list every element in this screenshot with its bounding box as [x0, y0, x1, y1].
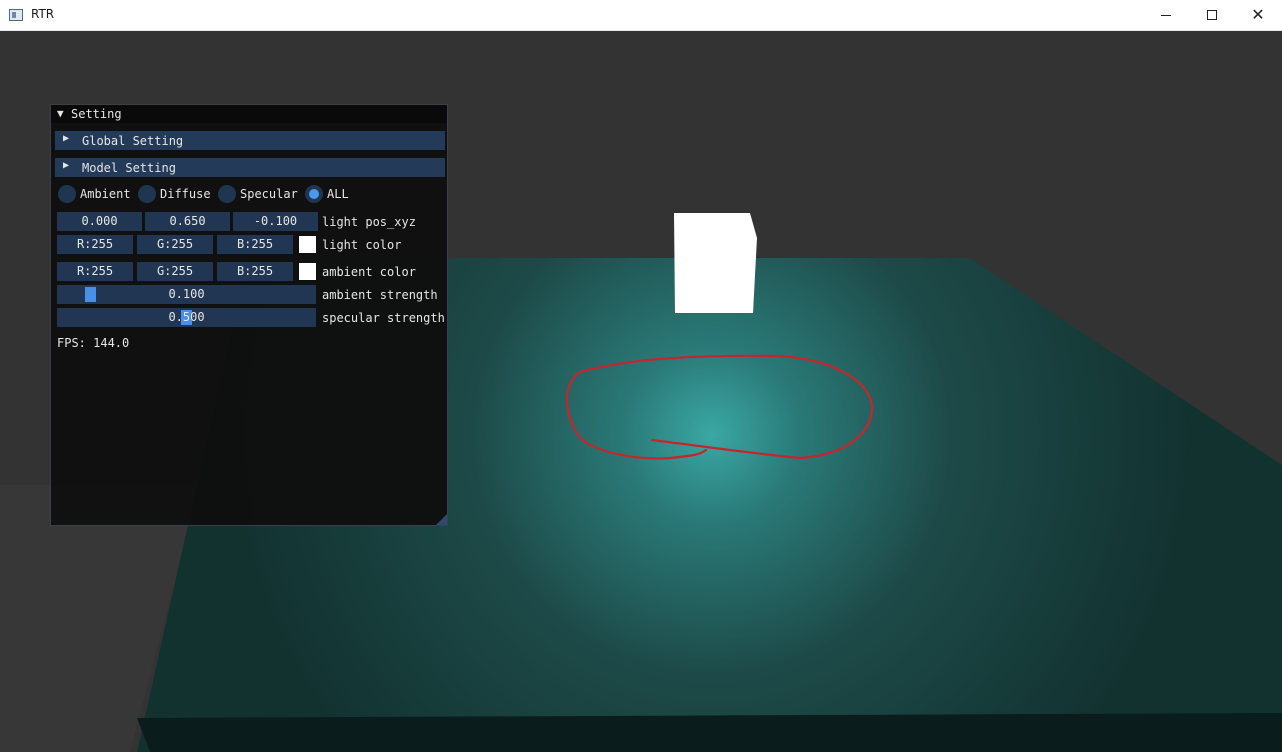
- light-pos-x-input[interactable]: 0.000: [57, 212, 142, 231]
- panel-title: Setting: [71, 107, 122, 121]
- minimize-button[interactable]: [1143, 0, 1189, 30]
- ambient-strength-label: ambient strength: [322, 288, 438, 302]
- radio-label: Diffuse: [160, 187, 211, 201]
- radio-label: Ambient: [80, 187, 131, 201]
- app-window-icon: [9, 9, 23, 21]
- close-icon: ✕: [1251, 5, 1265, 24]
- expand-triangle-icon: ▶: [63, 160, 70, 171]
- fps-counter: FPS: 144.0: [57, 336, 130, 350]
- resize-grip[interactable]: [436, 514, 447, 525]
- expand-triangle-icon: ▶: [63, 133, 70, 144]
- light-pos-label: light pos_xyz: [322, 215, 416, 229]
- model-setting-header[interactable]: ▶ Model Setting: [55, 158, 445, 177]
- radio-label: ALL: [327, 187, 349, 201]
- specular-strength-label: specular strength: [322, 311, 445, 325]
- ambient-color-g-input[interactable]: G:255: [137, 262, 213, 281]
- minimize-icon: [1161, 14, 1171, 16]
- radio-circle[interactable]: [138, 185, 156, 203]
- specular-strength-slider[interactable]: 0.500: [57, 308, 316, 327]
- radio-circle[interactable]: [58, 185, 76, 203]
- ambient-color-swatch[interactable]: [299, 263, 316, 280]
- light-pos-y-input[interactable]: 0.650: [145, 212, 230, 231]
- header-label: Global Setting: [82, 134, 184, 148]
- light-color-g-input[interactable]: G:255: [137, 235, 213, 254]
- radio-circle[interactable]: [305, 185, 323, 203]
- radio-circle[interactable]: [218, 185, 236, 203]
- maximize-icon: [1207, 10, 1217, 20]
- ambient-color-r-input[interactable]: R:255: [57, 262, 133, 281]
- panel-title-bar[interactable]: ▼ Setting: [51, 105, 447, 123]
- window-title: RTR: [31, 7, 55, 21]
- radio-label: Specular: [240, 187, 298, 201]
- light-color-label: light color: [322, 238, 402, 252]
- light-color-swatch[interactable]: [299, 236, 316, 253]
- slider-value: 0.500: [168, 310, 205, 324]
- floor-edge: [137, 713, 1282, 752]
- ambient-color-label: ambient color: [322, 265, 416, 279]
- global-setting-header[interactable]: ▶ Global Setting: [55, 131, 445, 150]
- ambient-color-b-input[interactable]: B:255: [217, 262, 293, 281]
- settings-panel[interactable]: ▼ Setting ▶ Global Setting ▶ Model Setti…: [50, 104, 448, 526]
- slider-value: 0.100: [168, 287, 205, 301]
- light-color-r-input[interactable]: R:255: [57, 235, 133, 254]
- header-label: Model Setting: [82, 161, 176, 175]
- light-color-b-input[interactable]: B:255: [217, 235, 293, 254]
- ambient-strength-slider[interactable]: 0.100: [57, 285, 316, 304]
- window-title-bar[interactable]: RTR ✕: [0, 0, 1282, 31]
- maximize-button[interactable]: [1189, 0, 1235, 30]
- light-cube: [674, 213, 757, 313]
- close-button[interactable]: ✕: [1235, 0, 1281, 30]
- collapse-triangle-icon[interactable]: ▼: [57, 107, 64, 120]
- light-pos-z-input[interactable]: -0.100: [233, 212, 318, 231]
